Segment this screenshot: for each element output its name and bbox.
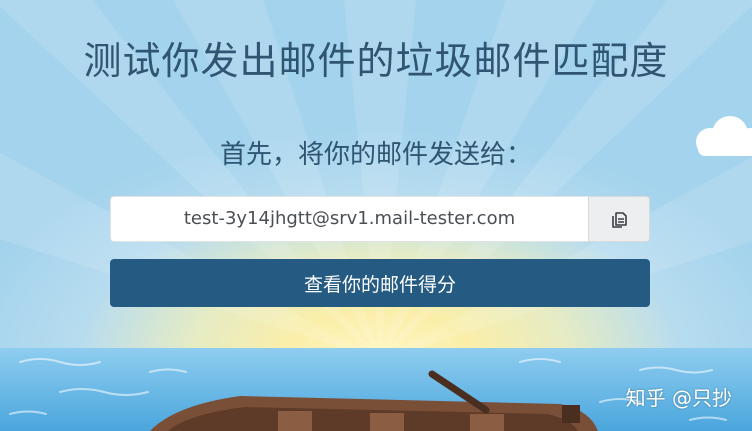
copy-button[interactable] xyxy=(588,196,650,242)
check-score-button[interactable]: 查看你的邮件得分 xyxy=(110,259,650,307)
instruction-text: 首先，将你的邮件发送给： xyxy=(219,140,532,170)
watermark-text: 知乎 @只抄 xyxy=(625,386,732,410)
email-address-group: test-3y14jhgtt@srv1.mail-tester.com xyxy=(110,196,650,242)
email-address-field[interactable]: test-3y14jhgtt@srv1.mail-tester.com xyxy=(110,196,588,242)
page-title: 测试你发出邮件的垃圾邮件匹配度 xyxy=(83,39,669,83)
copy-icon xyxy=(612,212,627,228)
